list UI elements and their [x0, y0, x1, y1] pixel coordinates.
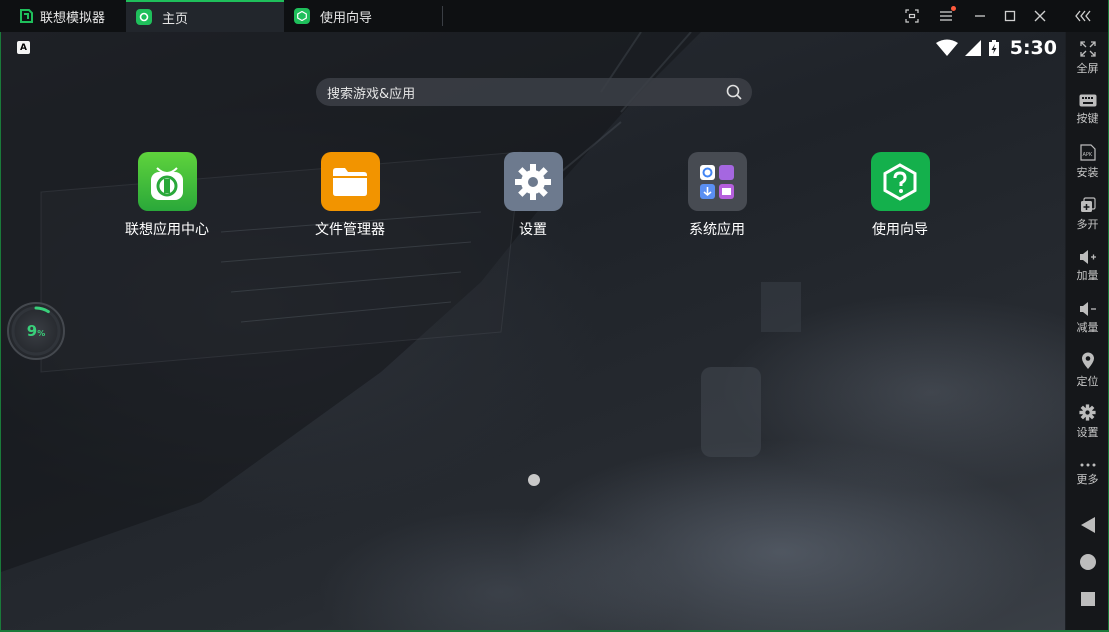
home-tab-icon — [136, 9, 152, 25]
volume-down-icon — [1079, 301, 1096, 316]
app-label: 使用向导 — [872, 222, 928, 238]
app-file-manager[interactable]: 文件管理器 — [290, 152, 410, 239]
maximize-button[interactable] — [997, 3, 1023, 29]
collapse-sidebar-button[interactable] — [1071, 3, 1097, 29]
nav-back-button[interactable] — [1066, 506, 1109, 543]
tab-guide-label: 使用向导 — [320, 10, 373, 26]
battery-icon — [988, 40, 999, 56]
status-bar: 5:30 — [935, 36, 1057, 60]
toolbar-label: 按键 — [1076, 112, 1099, 125]
search-input[interactable]: 搜索游戏&应用 — [327, 83, 726, 102]
title-bar: 联想模拟器 主页 使用向导 — [0, 0, 1109, 32]
performance-float-ball[interactable]: 9% — [7, 302, 65, 360]
app-folder-icon — [687, 152, 747, 211]
minimize-icon — [975, 15, 985, 17]
status-notification-icon: A — [17, 41, 30, 54]
toolbar-label: 减量 — [1076, 320, 1099, 334]
app-user-guide[interactable]: 使用向导 — [840, 152, 960, 239]
svg-text:APK: APK — [1082, 152, 1092, 158]
signal-icon — [964, 40, 981, 56]
folder-icon — [320, 152, 380, 211]
close-button[interactable] — [1027, 3, 1053, 29]
wifi-icon — [935, 39, 958, 56]
fullscreen-button[interactable] — [899, 3, 925, 29]
app-label: 文件管理器 — [315, 222, 385, 238]
tab-guide[interactable]: 使用向导 — [284, 0, 442, 32]
tab-home-label: 主页 — [162, 11, 189, 27]
app-system-apps[interactable]: 系统应用 — [657, 152, 777, 239]
collapse-icon — [1075, 10, 1091, 22]
recents-icon — [1080, 591, 1095, 606]
toolbar-volume-down[interactable]: 减量 — [1066, 292, 1109, 344]
right-toolbar: 全屏 按键 APK 安装 多开 加量 减量 定位 设置 更多 — [1066, 32, 1109, 630]
window-controls — [899, 0, 1097, 32]
clock: 5:30 — [1009, 37, 1057, 59]
page-indicator — [528, 474, 540, 486]
notification-dot — [951, 6, 956, 11]
tab-separator — [442, 6, 443, 26]
back-icon — [1080, 516, 1095, 533]
guide-hexagon-icon — [870, 152, 930, 211]
toolbar-label: 多开 — [1076, 217, 1099, 231]
tab-home[interactable]: 主页 — [126, 0, 284, 32]
home-icon — [1079, 553, 1096, 570]
keyboard-icon — [1079, 94, 1096, 107]
menu-icon — [940, 11, 952, 21]
toolbar-label: 安装 — [1076, 166, 1099, 179]
menu-button[interactable] — [933, 3, 959, 29]
app-settings[interactable]: 设置 — [473, 152, 593, 239]
toolbar-label: 设置 — [1076, 426, 1099, 439]
toolbar-install-apk[interactable]: APK 安装 — [1066, 136, 1109, 188]
minimize-button[interactable] — [967, 3, 993, 29]
toolbar-settings[interactable]: 设置 — [1066, 396, 1109, 448]
expand-icon — [1079, 40, 1096, 57]
performance-value: 9% — [26, 322, 46, 340]
gear-icon — [1079, 404, 1096, 421]
settings-gear-icon — [503, 152, 563, 211]
wallpaper-structure — [1, 32, 801, 572]
app-title-text: 联想模拟器 — [40, 10, 106, 26]
volume-up-icon — [1079, 249, 1096, 264]
toolbar-volume-up[interactable]: 加量 — [1066, 240, 1109, 292]
toolbar-label: 定位 — [1076, 374, 1099, 388]
toolbar-keymap[interactable]: 按键 — [1066, 84, 1109, 136]
toolbar-label: 全屏 — [1076, 61, 1099, 75]
app-lenovo-store[interactable]: 联想应用中心 — [107, 152, 227, 239]
search-bar[interactable]: 搜索游戏&应用 — [316, 78, 752, 106]
toolbar-multi-instance[interactable]: 多开 — [1066, 188, 1109, 240]
lenovo-store-icon — [137, 152, 197, 211]
location-icon — [1081, 352, 1094, 369]
nav-home-button[interactable] — [1066, 543, 1109, 580]
toolbar-location[interactable]: 定位 — [1066, 344, 1109, 396]
app-label: 联想应用中心 — [125, 222, 209, 238]
more-icon — [1080, 463, 1095, 466]
toolbar-fullscreen[interactable]: 全屏 — [1066, 32, 1109, 84]
toolbar-more[interactable]: 更多 — [1066, 448, 1109, 500]
app-label: 系统应用 — [689, 222, 745, 238]
multi-instance-icon — [1080, 196, 1096, 212]
maximize-icon — [1004, 10, 1016, 22]
toolbar-label: 加量 — [1076, 268, 1099, 282]
close-icon — [1034, 10, 1046, 22]
app-title: 联想模拟器 — [0, 0, 126, 32]
android-screen: A 5:30 搜索游戏&应用 联想应用中心 文件管理器 设置 系统应用 使用向导… — [1, 32, 1065, 630]
lenovo-emulator-logo-icon — [20, 9, 33, 23]
nav-recents-button[interactable] — [1066, 580, 1109, 617]
fullscreen-icon — [905, 9, 919, 23]
app-label: 设置 — [519, 222, 547, 238]
guide-tab-icon — [294, 8, 310, 24]
window-border — [0, 32, 1, 632]
search-icon[interactable] — [726, 84, 742, 100]
apk-icon: APK — [1079, 144, 1096, 161]
toolbar-label: 更多 — [1076, 472, 1099, 486]
